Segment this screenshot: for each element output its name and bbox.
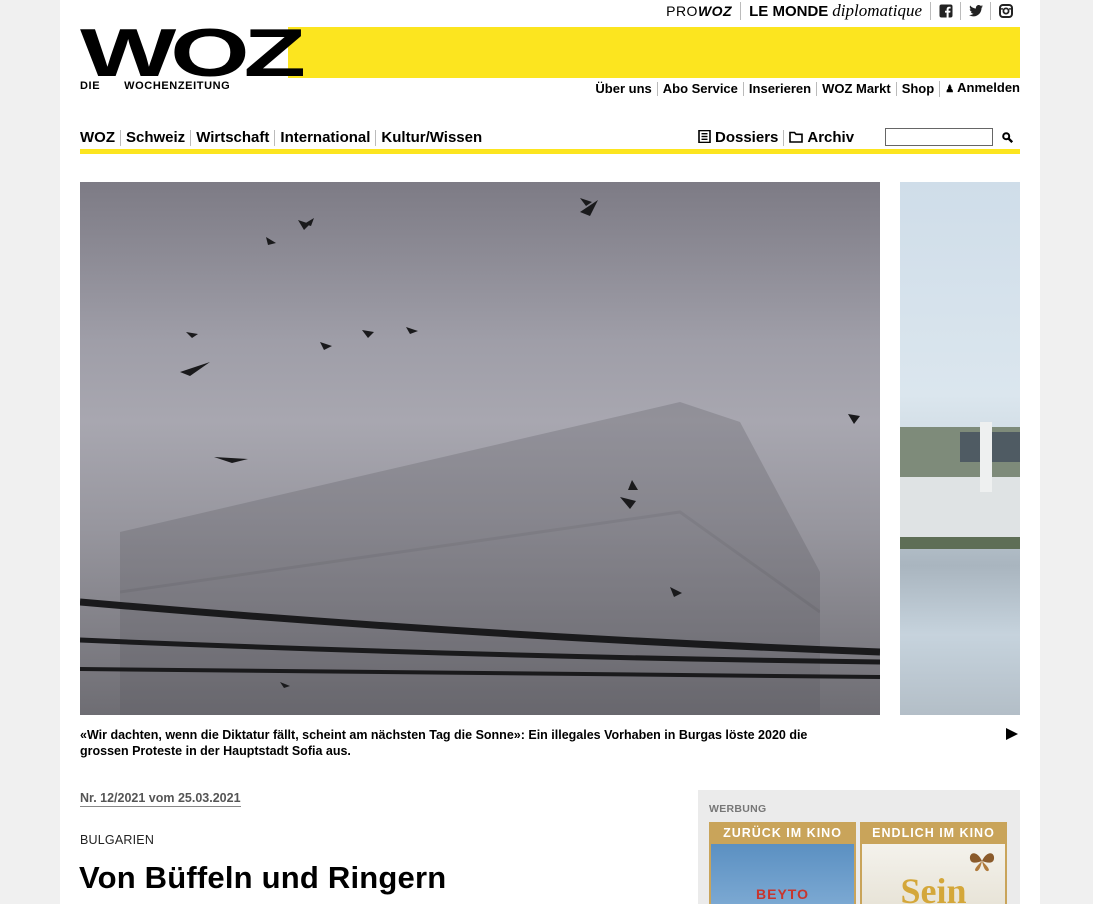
secondary-nav: Dossiers Archiv	[698, 130, 859, 146]
logo-sub-die: DIE	[80, 80, 101, 92]
user-icon: ♟	[945, 84, 955, 95]
nav-item-archiv[interactable]: Archiv	[783, 130, 859, 146]
service-nav: Über uns Abo Service Inserieren WOZ Mark…	[590, 81, 1020, 97]
instagram-link[interactable]	[990, 2, 1020, 20]
search-icon	[1001, 131, 1013, 143]
ad-poster-title: Sein	[900, 871, 967, 904]
ad-poster-beyto: BEYTO	[711, 844, 854, 904]
slideshow-next-button[interactable]	[1005, 727, 1019, 741]
prowoz-brand: WOZ	[697, 3, 733, 19]
nav-item-international[interactable]: International	[274, 130, 375, 146]
harbor-scene	[900, 422, 1020, 549]
ad-card-sein[interactable]: ENDLICH IM KINO Sein	[860, 822, 1007, 904]
archiv-label: Archiv	[807, 129, 855, 146]
ad-card-beyto[interactable]: ZURÜCK IM KINO BEYTO	[709, 822, 856, 904]
nav-item-kultur-wissen[interactable]: Kultur/Wissen	[375, 130, 487, 146]
main-nav: WOZ Schweiz Wirtschaft International Kul…	[80, 128, 1020, 154]
document-icon	[698, 130, 711, 143]
prowoz-link[interactable]: PRO WOZ	[658, 2, 740, 20]
prowoz-pre: PRO	[666, 3, 698, 19]
lemonde-diplomatique-link[interactable]: LE MONDE diplomatique	[740, 1, 930, 20]
birds-and-wires	[80, 198, 880, 688]
next-hero-image-preview[interactable]	[900, 182, 1020, 715]
search	[885, 128, 1015, 146]
play-icon	[1006, 728, 1018, 740]
page: PRO WOZ LE MONDE diplomatique WOZ DIE WOCHE…	[60, 0, 1040, 904]
twitter-link[interactable]	[960, 2, 990, 20]
search-button[interactable]	[999, 129, 1015, 145]
butterfly-icon	[969, 853, 995, 872]
instagram-icon	[998, 4, 1013, 18]
woz-logo[interactable]: WOZ DIE WOCHENZEITUNG	[80, 19, 306, 92]
lemonde-sub: diplomatique	[832, 1, 922, 20]
service-item-inserieren[interactable]: Inserieren	[742, 82, 816, 96]
service-item-shop[interactable]: Shop	[895, 82, 940, 96]
logo-subtitle: DIE WOCHENZEITUNG	[80, 80, 230, 92]
ad-poster-sein: Sein	[862, 844, 1005, 904]
login-link[interactable]: ♟ Anmelden	[939, 81, 1020, 97]
article-kicker: BULGARIEN	[80, 833, 155, 847]
search-input[interactable]	[885, 128, 993, 146]
article-headline: Von Büffeln und Ringern	[79, 860, 447, 895]
facebook-link[interactable]	[930, 2, 960, 20]
section-nav: WOZ Schweiz Wirtschaft International Kul…	[80, 130, 487, 146]
ad-label: WERBUNG	[709, 803, 767, 815]
login-label: Anmelden	[957, 80, 1020, 95]
nav-item-schweiz[interactable]: Schweiz	[120, 130, 190, 146]
logo-mark: WOZ	[80, 19, 306, 87]
ad-poster-title: BEYTO	[756, 886, 809, 902]
nav-item-wirtschaft[interactable]: Wirtschaft	[190, 130, 274, 146]
service-item-abo-service[interactable]: Abo Service	[656, 82, 743, 96]
twitter-icon	[968, 4, 983, 17]
nav-item-woz[interactable]: WOZ	[80, 130, 120, 146]
service-item-woz-markt[interactable]: WOZ Markt	[816, 82, 896, 96]
logo-sub-name: WOCHENZEITUNG	[124, 80, 231, 92]
hero-image[interactable]	[80, 182, 880, 715]
ad-box: WERBUNG ZURÜCK IM KINO BEYTO ENDLICH IM …	[698, 790, 1020, 904]
ad-card-banner: ENDLICH IM KINO	[872, 826, 995, 840]
service-item-ueber-uns[interactable]: Über uns	[590, 82, 656, 96]
dossiers-label: Dossiers	[715, 129, 779, 146]
hero-caption: «Wir dachten, wenn die Diktatur fällt, s…	[80, 728, 808, 758]
nav-item-dossiers[interactable]: Dossiers	[698, 130, 783, 146]
partner-bar: PRO WOZ LE MONDE diplomatique	[658, 0, 1020, 22]
issue-link[interactable]: Nr. 12/2021 vom 25.03.2021	[80, 791, 241, 807]
folder-icon	[789, 131, 804, 143]
ad-card-banner: ZURÜCK IM KINO	[723, 826, 842, 840]
lemonde-main: LE MONDE	[749, 2, 829, 20]
facebook-icon	[939, 4, 952, 18]
logo-letters: WOZ	[80, 15, 306, 91]
